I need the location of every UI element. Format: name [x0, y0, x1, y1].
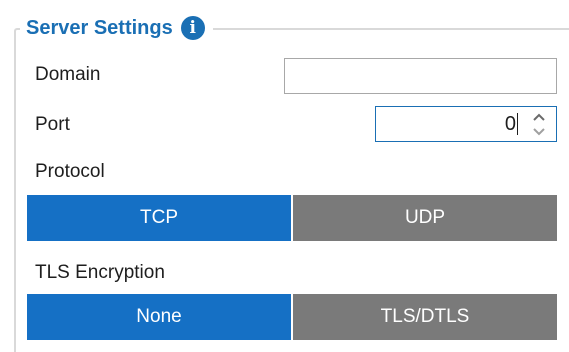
chevron-up-icon [533, 113, 545, 121]
domain-label: Domain [35, 64, 101, 85]
text-caret [517, 113, 518, 135]
port-stepper[interactable]: 0 [375, 106, 557, 142]
port-value: 0 [504, 113, 516, 135]
port-spinner [528, 110, 550, 138]
info-icon[interactable]: i [180, 16, 205, 40]
spin-down-button[interactable] [531, 125, 547, 137]
tls-encryption-label: TLS Encryption [35, 262, 165, 283]
tls-selector: None TLS/DTLS [27, 294, 557, 340]
protocol-selector: TCP UDP [27, 195, 557, 241]
group-legend: Server Settings i [20, 13, 213, 43]
protocol-label: Protocol [35, 161, 105, 182]
chevron-down-icon [533, 127, 545, 135]
server-settings-panel: Server Settings i Domain Port 0 Protocol… [0, 0, 569, 352]
protocol-option-udp[interactable]: UDP [291, 195, 557, 241]
spin-up-button[interactable] [531, 111, 547, 123]
tls-option-tls-dtls[interactable]: TLS/DTLS [291, 294, 557, 340]
domain-input[interactable] [284, 58, 557, 94]
protocol-option-tcp[interactable]: TCP [27, 195, 291, 241]
port-label: Port [35, 114, 70, 135]
group-title: Server Settings [26, 16, 173, 39]
tls-option-none[interactable]: None [27, 294, 291, 340]
